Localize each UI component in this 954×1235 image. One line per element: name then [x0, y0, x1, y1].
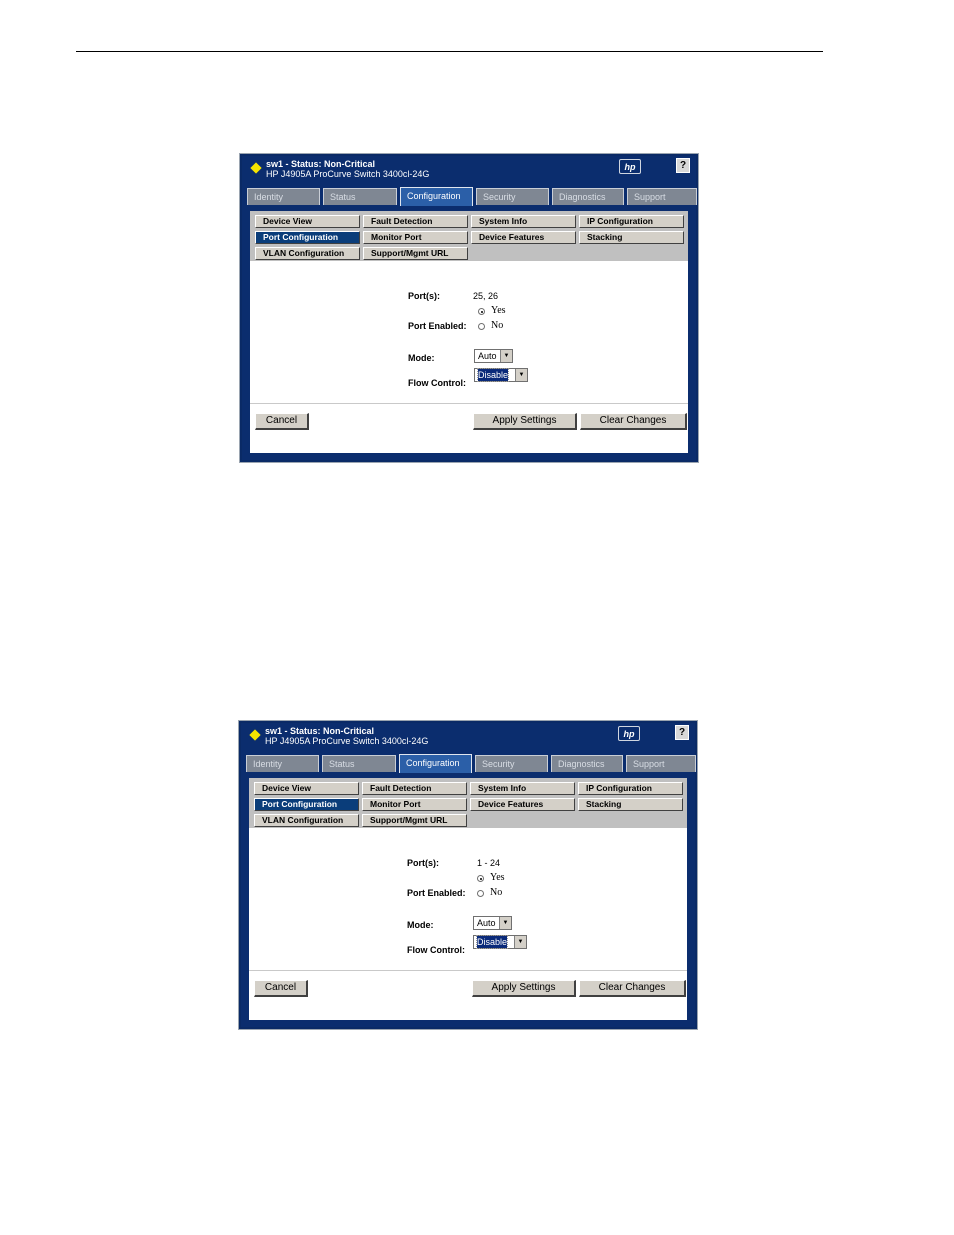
- subnav-monitor-port[interactable]: Monitor Port: [363, 231, 468, 244]
- clear-changes-button[interactable]: Clear Changes: [580, 413, 687, 430]
- ports-label: Port(s):: [407, 858, 439, 868]
- tab-security[interactable]: Security: [476, 188, 549, 205]
- mode-label: Mode:: [407, 920, 434, 930]
- help-button[interactable]: ?: [676, 158, 690, 173]
- flow-control-select[interactable]: Disable ▼: [473, 935, 527, 949]
- help-button[interactable]: ?: [675, 725, 689, 740]
- subnav-vlan-configuration[interactable]: VLAN Configuration: [255, 247, 360, 260]
- device-model-subtitle: HP J4905A ProCurve Switch 3400cl-24G: [266, 169, 430, 179]
- flow-control-label: Flow Control:: [408, 378, 466, 388]
- subnav-vlan-configuration[interactable]: VLAN Configuration: [254, 814, 359, 827]
- port-enabled-yes-label: Yes: [490, 872, 505, 883]
- status-diamond-icon: [249, 729, 261, 741]
- window-frame: sw1 - Status: Non-Critical HP J4905A Pro…: [241, 723, 696, 1027]
- tab-diagnostics[interactable]: Diagnostics: [552, 188, 624, 205]
- tab-status[interactable]: Status: [322, 755, 396, 772]
- port-enabled-no-radio[interactable]: [478, 323, 485, 330]
- main-tabs: Identity Status Configuration Security D…: [247, 187, 697, 206]
- tab-support[interactable]: Support: [626, 755, 696, 772]
- subnav-port-configuration[interactable]: Port Configuration: [255, 231, 360, 244]
- form-divider: [249, 970, 687, 971]
- port-enabled-no-radio[interactable]: [477, 890, 484, 897]
- port-enabled-label: Port Enabled:: [408, 321, 467, 331]
- hp-logo-icon: hp: [619, 159, 641, 174]
- tab-identity[interactable]: Identity: [247, 188, 320, 205]
- port-enabled-yes-radio[interactable]: [477, 875, 484, 882]
- ports-value: 25, 26: [473, 291, 499, 301]
- device-model-subtitle: HP J4905A ProCurve Switch 3400cl-24G: [265, 736, 429, 746]
- status-diamond-icon: [250, 162, 262, 174]
- chevron-down-icon: ▼: [514, 936, 526, 948]
- port-enabled-label: Port Enabled:: [407, 888, 466, 898]
- tab-identity[interactable]: Identity: [246, 755, 319, 772]
- subnav-fault-detection[interactable]: Fault Detection: [362, 782, 467, 795]
- form-divider: [250, 403, 688, 404]
- apply-settings-button[interactable]: Apply Settings: [472, 980, 576, 997]
- port-enabled-yes-radio[interactable]: [478, 308, 485, 315]
- subnav-stacking[interactable]: Stacking: [579, 231, 684, 244]
- page-header-rule: [76, 51, 823, 52]
- config-subnav: Device View Fault Detection System Info …: [250, 211, 688, 261]
- subnav-system-info[interactable]: System Info: [470, 782, 575, 795]
- switch-config-screenshot-1: sw1 - Status: Non-Critical HP J4905A Pro…: [239, 153, 699, 463]
- main-tabs: Identity Status Configuration Security D…: [246, 754, 696, 773]
- mode-select[interactable]: Auto ▼: [473, 916, 512, 930]
- flow-control-select[interactable]: Disable ▼: [474, 368, 528, 382]
- tab-status[interactable]: Status: [323, 188, 397, 205]
- window-header: sw1 - Status: Non-Critical HP J4905A Pro…: [241, 723, 695, 753]
- window-header: sw1 - Status: Non-Critical HP J4905A Pro…: [242, 156, 696, 186]
- tab-support[interactable]: Support: [627, 188, 697, 205]
- port-enabled-no-label: No: [490, 887, 503, 898]
- flow-control-select-value: Disable: [476, 368, 510, 382]
- chevron-down-icon: ▼: [499, 917, 511, 929]
- config-subnav: Device View Fault Detection System Info …: [249, 778, 687, 828]
- subnav-stacking[interactable]: Stacking: [578, 798, 683, 811]
- mode-select-value: Auto: [478, 351, 497, 361]
- content-panel: Device View Fault Detection System Info …: [249, 778, 687, 1020]
- subnav-system-info[interactable]: System Info: [471, 215, 576, 228]
- ports-label: Port(s):: [408, 291, 440, 301]
- subnav-support-mgmt-url[interactable]: Support/Mgmt URL: [362, 814, 467, 827]
- cancel-button[interactable]: Cancel: [254, 980, 308, 997]
- subnav-monitor-port[interactable]: Monitor Port: [362, 798, 467, 811]
- hp-logo-icon: hp: [618, 726, 640, 741]
- chevron-down-icon: ▼: [500, 350, 512, 362]
- subnav-device-features[interactable]: Device Features: [470, 798, 575, 811]
- subnav-ip-configuration[interactable]: IP Configuration: [578, 782, 683, 795]
- clear-changes-button[interactable]: Clear Changes: [579, 980, 686, 997]
- subnav-support-mgmt-url[interactable]: Support/Mgmt URL: [363, 247, 468, 260]
- apply-settings-button[interactable]: Apply Settings: [473, 413, 577, 430]
- device-status-title: sw1 - Status: Non-Critical: [266, 159, 376, 169]
- mode-label: Mode:: [408, 353, 435, 363]
- subnav-device-view[interactable]: Device View: [254, 782, 359, 795]
- device-status-title: sw1 - Status: Non-Critical: [265, 726, 375, 736]
- tab-security[interactable]: Security: [475, 755, 548, 772]
- ports-value: 1 - 24: [477, 858, 501, 868]
- port-enabled-yes-label: Yes: [491, 305, 506, 316]
- mode-select[interactable]: Auto ▼: [474, 349, 513, 363]
- content-panel: Device View Fault Detection System Info …: [250, 211, 688, 453]
- cancel-button[interactable]: Cancel: [255, 413, 309, 430]
- tab-configuration[interactable]: Configuration: [399, 754, 472, 773]
- tab-configuration[interactable]: Configuration: [400, 187, 473, 206]
- subnav-device-features[interactable]: Device Features: [471, 231, 576, 244]
- switch-config-screenshot-2: sw1 - Status: Non-Critical HP J4905A Pro…: [238, 720, 698, 1030]
- mode-select-value: Auto: [477, 918, 496, 928]
- chevron-down-icon: ▼: [515, 369, 527, 381]
- subnav-fault-detection[interactable]: Fault Detection: [363, 215, 468, 228]
- subnav-port-configuration[interactable]: Port Configuration: [254, 798, 359, 811]
- tab-diagnostics[interactable]: Diagnostics: [551, 755, 623, 772]
- port-enabled-no-label: No: [491, 320, 504, 331]
- subnav-ip-configuration[interactable]: IP Configuration: [579, 215, 684, 228]
- subnav-device-view[interactable]: Device View: [255, 215, 360, 228]
- flow-control-label: Flow Control:: [407, 945, 465, 955]
- flow-control-select-value: Disable: [475, 935, 509, 949]
- window-frame: sw1 - Status: Non-Critical HP J4905A Pro…: [242, 156, 697, 460]
